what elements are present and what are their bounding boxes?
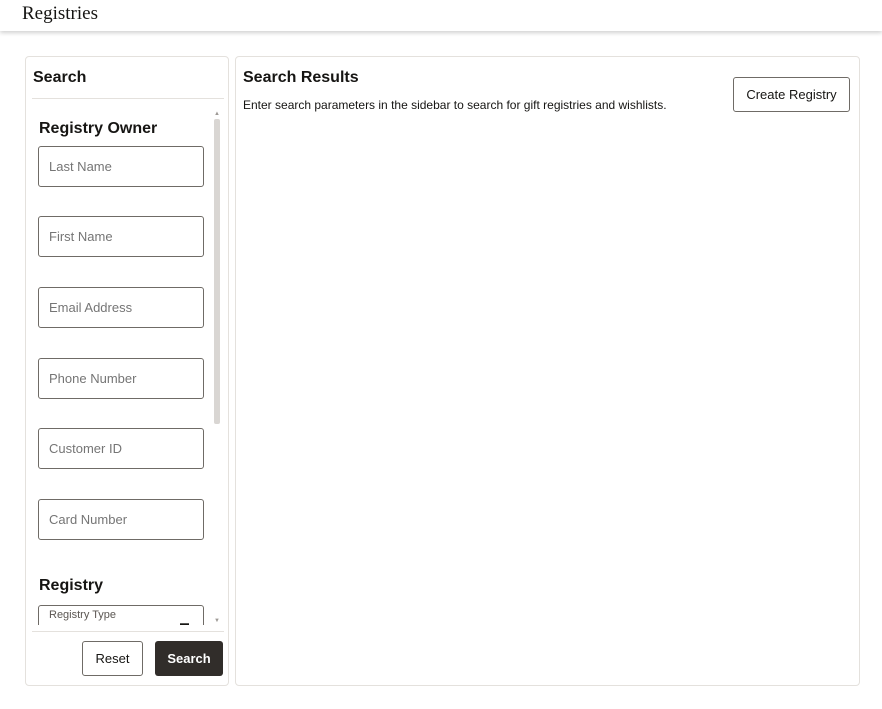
create-registry-button[interactable]: Create Registry: [733, 77, 850, 112]
page-title: Registries: [22, 3, 98, 24]
search-sidebar: Search Registry Owner Registry Registry …: [25, 56, 229, 686]
sidebar-scrollbar[interactable]: [214, 119, 220, 424]
search-results-panel: Search Results Enter search parameters i…: [235, 56, 860, 686]
customer-id-input[interactable]: [38, 428, 204, 469]
sidebar-divider: [32, 98, 224, 99]
sidebar-title: Search: [33, 69, 87, 86]
reset-button[interactable]: Reset: [82, 641, 143, 676]
scroll-down-arrow-icon[interactable]: ▼: [214, 618, 220, 624]
registry-heading: Registry: [39, 577, 104, 594]
registry-type-select[interactable]: Registry Type ▬: [38, 605, 204, 625]
registry-owner-heading: Registry Owner: [39, 120, 158, 137]
card-number-input[interactable]: [38, 499, 204, 540]
email-address-input[interactable]: [38, 287, 204, 328]
search-button[interactable]: Search: [155, 641, 223, 676]
chevron-down-icon: ▬: [180, 618, 189, 625]
registry-type-placeholder: Registry Type: [49, 609, 117, 621]
sidebar-footer-divider: [32, 631, 224, 632]
app-header: Registries: [0, 0, 882, 31]
phone-number-input[interactable]: [38, 358, 204, 399]
first-name-input[interactable]: [38, 216, 204, 257]
scroll-up-arrow-icon[interactable]: ▲: [214, 111, 220, 117]
results-title: Search Results: [243, 69, 359, 86]
last-name-input[interactable]: [38, 146, 204, 187]
results-description: Enter search parameters in the sidebar t…: [243, 98, 667, 112]
sidebar-scroll-area[interactable]: Registry Owner Registry Registry Type ▬ …: [26, 109, 230, 625]
